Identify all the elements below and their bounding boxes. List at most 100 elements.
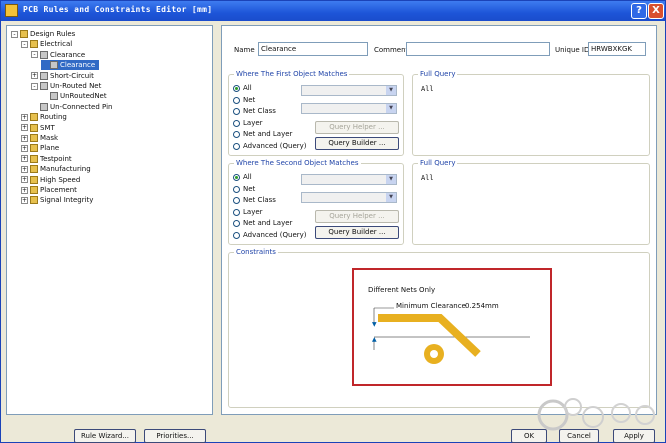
- constraints-title: Constraints: [234, 248, 278, 256]
- radio-button[interactable]: [233, 185, 240, 193]
- radio-label[interactable]: Net and Layer: [243, 130, 292, 138]
- folder-icon: [30, 154, 38, 163]
- radio-label[interactable]: Advanced (Query): [243, 231, 307, 239]
- expand-icon[interactable]: +: [21, 165, 28, 173]
- tree-item[interactable]: Un-Connected Pin: [31, 102, 112, 112]
- tree-item[interactable]: + SMT: [21, 123, 55, 133]
- radio-button[interactable]: [233, 119, 240, 127]
- tree-item[interactable]: + Mask: [21, 133, 58, 143]
- expand-icon[interactable]: +: [21, 186, 28, 194]
- tree-item-label: Un-Connected Pin: [50, 102, 113, 111]
- first-object-group: Where The First Object Matches All Net Net…: [228, 70, 404, 156]
- tree-item-label: Clearance: [50, 50, 86, 59]
- radio-button[interactable]: [233, 174, 240, 181]
- expand-icon[interactable]: +: [21, 124, 28, 132]
- radio-button[interactable]: [233, 142, 240, 150]
- tree-item[interactable]: - Clearance: [31, 50, 85, 60]
- radio-label[interactable]: Advanced (Query): [243, 142, 307, 150]
- comment-label: Comment: [374, 46, 409, 54]
- arrow-down-icon: ▼: [372, 321, 377, 328]
- expand-icon[interactable]: +: [21, 134, 28, 142]
- collapse-icon[interactable]: -: [21, 40, 28, 48]
- watermark-logo: [537, 398, 655, 431]
- expand-icon[interactable]: +: [21, 113, 28, 121]
- first-full-query-title: Full Query: [418, 70, 458, 78]
- tree-item[interactable]: + Manufacturing: [21, 164, 91, 174]
- radio-label[interactable]: Layer: [243, 119, 263, 127]
- expand-icon[interactable]: +: [31, 72, 38, 80]
- help-button[interactable]: ?: [631, 3, 647, 19]
- first-net-combo[interactable]: ▼: [301, 85, 397, 96]
- comment-field[interactable]: [406, 42, 550, 56]
- radio-button[interactable]: [233, 208, 240, 216]
- chevron-down-icon: ▼: [386, 104, 396, 113]
- tree-item[interactable]: - Design Rules: [11, 29, 75, 39]
- radio-button[interactable]: [233, 85, 240, 92]
- tree-item-label: Placement: [40, 186, 77, 194]
- radio-label[interactable]: Net Class: [243, 196, 276, 204]
- tree-item-label: Plane: [40, 144, 60, 153]
- tree-item[interactable]: Clearance: [41, 60, 100, 71]
- radio-label[interactable]: Layer: [243, 208, 263, 216]
- rule-icon: [40, 82, 48, 90]
- name-field[interactable]: Clearance: [258, 42, 368, 56]
- expand-icon[interactable]: +: [21, 196, 28, 204]
- radio-label[interactable]: Net: [243, 96, 255, 104]
- second-net-combo[interactable]: ▼: [301, 174, 397, 185]
- tree-item[interactable]: + Placement: [21, 185, 77, 195]
- close-button[interactable]: X: [648, 3, 664, 19]
- expand-icon[interactable]: +: [21, 176, 28, 184]
- first-query-builder-button[interactable]: Query Builder ...: [315, 137, 399, 150]
- radio-label[interactable]: All: [243, 173, 252, 181]
- tree-item[interactable]: + Plane: [21, 143, 59, 153]
- radio-button[interactable]: [233, 96, 240, 104]
- tree-item[interactable]: + Testpoint: [21, 154, 72, 164]
- priorities-button[interactable]: Priorities...: [144, 429, 206, 443]
- unique-id-field[interactable]: HRWBXKGK: [588, 42, 646, 56]
- second-query-helper-button[interactable]: Query Helper ...: [315, 210, 399, 223]
- radio-button[interactable]: [233, 131, 240, 138]
- second-query-builder-button[interactable]: Query Builder ...: [315, 226, 399, 239]
- rule-properties-panel: Name Clearance Comment Unique ID HRWBXKG…: [221, 25, 657, 415]
- rules-editor-window: PCB Rules and Constraints Editor [mm] ? …: [0, 0, 666, 443]
- rule-icon: [50, 61, 58, 70]
- radio-button[interactable]: [233, 197, 240, 204]
- radio-label[interactable]: All: [243, 84, 252, 92]
- title-bar[interactable]: PCB Rules and Constraints Editor [mm] ? …: [1, 1, 665, 21]
- tree-item-label: Mask: [40, 134, 59, 142]
- tree-item[interactable]: + Signal Integrity: [21, 195, 93, 205]
- first-netclass-combo[interactable]: ▼: [301, 103, 397, 114]
- rule-icon: [40, 102, 48, 111]
- radio-button[interactable]: [233, 231, 240, 239]
- tree-item[interactable]: UnRoutedNet: [41, 91, 107, 101]
- expand-icon[interactable]: +: [21, 155, 28, 163]
- tree-item[interactable]: - Un-Routed Net: [31, 81, 101, 91]
- clearance-diagram: ▼ ▲: [372, 307, 530, 364]
- tree-item-label: Design Rules: [30, 30, 76, 38]
- collapse-icon[interactable]: -: [31, 51, 38, 59]
- tree-item[interactable]: + Routing: [21, 112, 67, 122]
- folder-icon: [30, 186, 38, 194]
- first-query-helper-button[interactable]: Query Helper ...: [315, 121, 399, 134]
- rules-tree[interactable]: - Design Rules - Electrical - Clearance Cleara…: [6, 25, 213, 415]
- radio-label[interactable]: Net: [243, 185, 255, 193]
- tree-item[interactable]: + Short-Circuit: [31, 71, 94, 81]
- collapse-icon[interactable]: -: [31, 82, 38, 90]
- tree-item-label: UnRoutedNet: [60, 92, 107, 101]
- radio-label[interactable]: Net and Layer: [243, 219, 292, 227]
- radio-label[interactable]: Net Class: [243, 107, 276, 115]
- folder-icon: [30, 196, 38, 205]
- radio-button[interactable]: [233, 220, 240, 227]
- collapse-icon[interactable]: -: [11, 30, 18, 38]
- first-full-query-text: All: [421, 85, 434, 93]
- tree-item[interactable]: - Electrical: [21, 39, 72, 49]
- expand-icon[interactable]: +: [21, 144, 28, 152]
- rule-wizard-button[interactable]: Rule Wizard...: [74, 429, 136, 443]
- tree-item[interactable]: + High Speed: [21, 175, 80, 185]
- second-netclass-combo[interactable]: ▼: [301, 192, 397, 203]
- tree-item-label: Un-Routed Net: [50, 82, 102, 90]
- rule-icon: [40, 50, 48, 59]
- clearance-preview: Different Nets Only Minimum Clearance 0.…: [352, 268, 552, 386]
- folder-icon: [30, 113, 38, 122]
- radio-button[interactable]: [233, 108, 240, 115]
